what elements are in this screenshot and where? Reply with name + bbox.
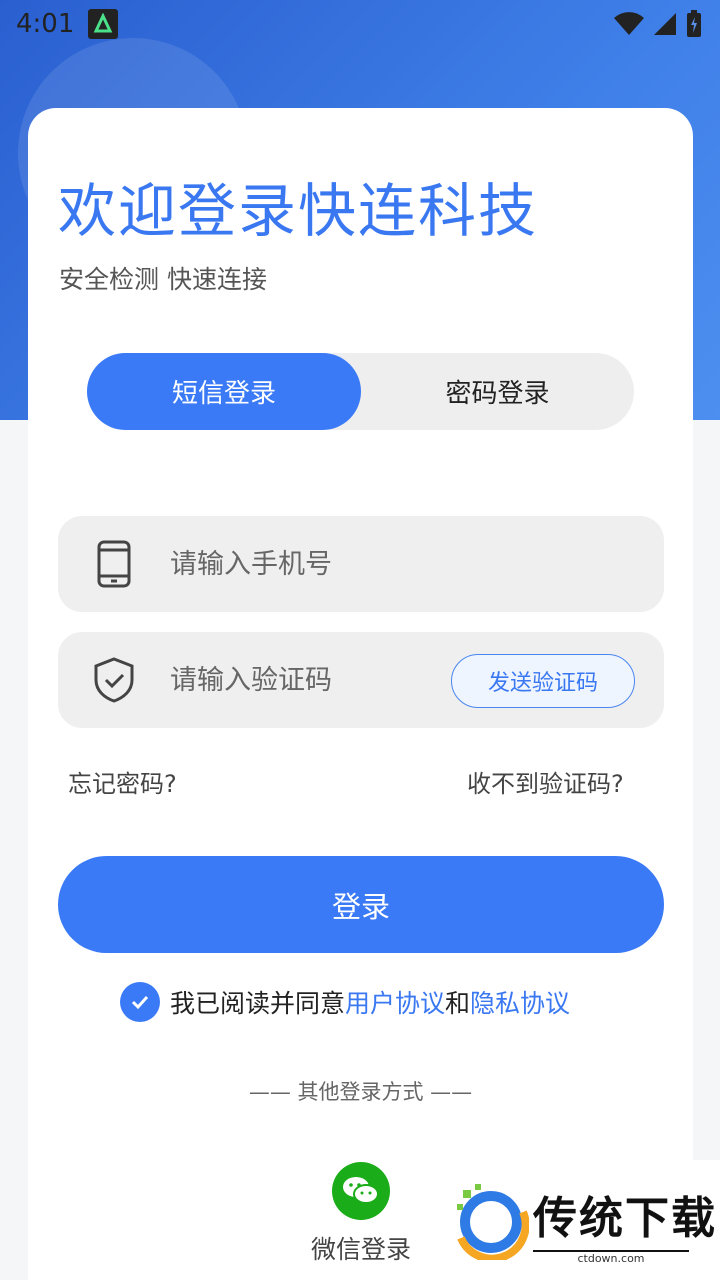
wechat-login-button[interactable]: 微信登录: [306, 1162, 416, 1266]
shield-check-icon: [94, 657, 134, 703]
status-left: 4:01: [16, 9, 119, 39]
phone-field: [58, 516, 664, 612]
page-title: 欢迎登录快连科技: [58, 177, 539, 245]
agreement-row: 我已阅读并同意用户协议和隐私协议: [120, 982, 570, 1022]
watermark-logo-icon: [457, 1184, 529, 1260]
watermark-name: 传统下载: [533, 1193, 717, 1244]
other-login-divider: —— 其他登录方式 ——: [248, 1080, 473, 1104]
code-input[interactable]: [170, 656, 450, 704]
signal-icon: [654, 13, 676, 35]
forgot-password-link[interactable]: 忘记密码?: [68, 764, 177, 799]
tab-password-login[interactable]: 密码登录: [361, 353, 634, 430]
watermark-url: ctdown.com: [533, 1250, 689, 1265]
privacy-policy-link[interactable]: 隐私协议: [470, 989, 570, 1018]
app-notification-icon: [88, 9, 119, 39]
wechat-login-label: 微信登录: [310, 1235, 411, 1264]
login-card: 欢迎登录快连科技 安全检测 快速连接 短信登录 密码登录 发送验证码 忘记密码?…: [28, 108, 693, 1280]
agreement-and: 和: [445, 989, 471, 1018]
phone-input[interactable]: [170, 540, 450, 588]
send-code-button[interactable]: 发送验证码: [451, 654, 635, 708]
phone-icon: [97, 540, 131, 588]
battery-icon: [687, 10, 701, 37]
agreement-text: 我已阅读并同意用户协议和隐私协议: [170, 984, 570, 1020]
code-field: 发送验证码: [58, 632, 664, 728]
login-button[interactable]: 登录: [58, 856, 664, 953]
status-bar: 4:01: [0, 0, 720, 48]
agreement-prefix: 我已阅读并同意: [170, 989, 346, 1018]
login-mode-tabs: 短信登录 密码登录: [87, 353, 634, 430]
user-agreement-link[interactable]: 用户协议: [345, 989, 445, 1018]
agreement-checkbox[interactable]: [120, 982, 160, 1022]
wechat-icon: [332, 1162, 390, 1220]
wifi-icon: [614, 12, 644, 35]
status-right: [614, 10, 702, 38]
tab-sms-login[interactable]: 短信登录: [87, 353, 361, 430]
page-subtitle: 安全检测 快速连接: [59, 265, 267, 294]
watermark-text: 传统下载 ctdown.com: [533, 1182, 717, 1265]
no-code-link[interactable]: 收不到验证码?: [467, 764, 624, 799]
checkmark-icon: [131, 995, 149, 1010]
watermark: 传统下载 ctdown.com: [445, 1160, 720, 1280]
status-time: 4:01: [16, 9, 75, 39]
